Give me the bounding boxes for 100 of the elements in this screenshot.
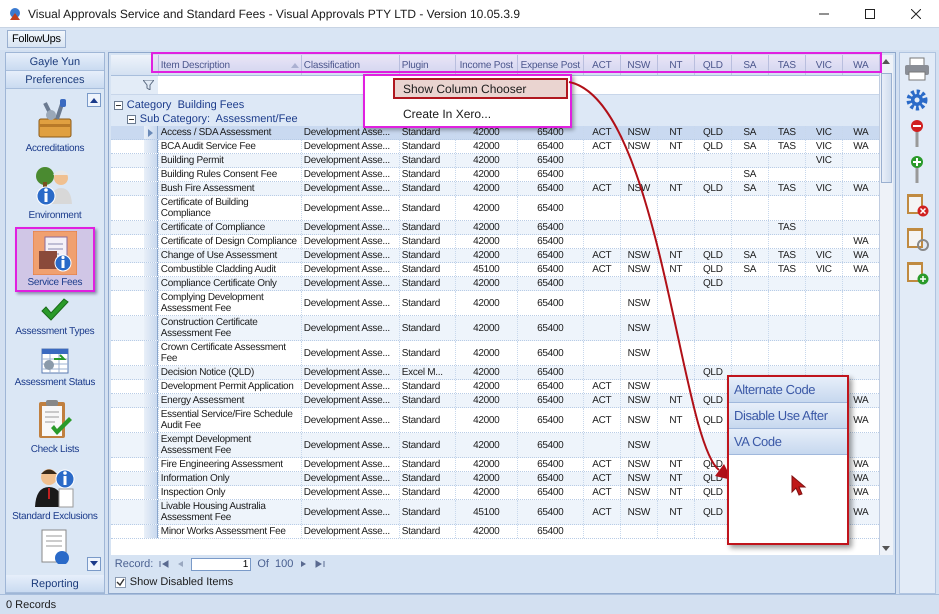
scroll-up-icon[interactable] — [882, 59, 890, 64]
table-row[interactable]: Complying Development Assessment Fee Development Asse... Standard 42000 65400 NSW — [110, 291, 879, 316]
table-row[interactable]: Building Permit Development Asse... Standard 42000 65400 VIC — [110, 154, 879, 168]
sidebar-item[interactable]: Check Lists — [14, 394, 95, 459]
row-indicator[interactable] — [144, 235, 158, 248]
row-indicator[interactable] — [144, 221, 158, 234]
table-row[interactable]: Certificate of Compliance Development Asse... Standard 42000 65400 TAS — [110, 221, 879, 235]
column-header[interactable]: QLD — [694, 55, 731, 75]
row-indicator[interactable] — [144, 366, 158, 379]
first-record-icon[interactable] — [159, 559, 170, 569]
row-indicator[interactable] — [144, 433, 158, 457]
table-row[interactable]: Combustible Cladding Audit Development Asse... Standard 45100 65400 ACT NSW NT QLD SA TAS VIC WA — [110, 263, 879, 277]
scroll-down-icon[interactable] — [882, 546, 890, 551]
table-cell: SA — [743, 264, 756, 275]
scroll-up-button[interactable] — [86, 93, 101, 107]
table-row[interactable]: Access / SDA Assessment Development Asse... Standard 42000 65400 ACT NSW NT QLD SA TAS VIC WA — [110, 126, 879, 140]
row-indicator[interactable] — [144, 525, 158, 538]
scrollbar[interactable] — [878, 55, 893, 555]
maximize-icon[interactable] — [865, 8, 875, 18]
menu-item[interactable]: Create In Xero... — [393, 103, 568, 124]
table-row[interactable]: Certificate of Design Compliance Development Asse... Standard 42000 65400 WA — [110, 235, 879, 249]
table-row[interactable]: Crown Certificate Assessment Fee Development Asse... Standard 42000 65400 NSW — [110, 341, 879, 366]
table-cell: 42000 — [473, 202, 500, 214]
table-cell: Development Asse... — [304, 202, 390, 214]
table-row[interactable]: Compliance Certificate Only Development Asse... Standard 42000 65400 QLD — [110, 277, 879, 291]
menu-item[interactable]: Show Column Chooser — [393, 78, 568, 99]
row-indicator[interactable] — [144, 249, 158, 262]
row-indicator[interactable] — [144, 196, 158, 220]
row-indicator[interactable] — [144, 263, 158, 276]
table-cell: 65400 — [537, 322, 564, 334]
followups-button[interactable]: FollowUps — [7, 30, 66, 48]
cursor-icon — [791, 475, 807, 497]
checkbox[interactable] — [114, 576, 126, 588]
table-row[interactable]: Building Rules Consent Fee Development Asse... Standard 42000 65400 SA — [110, 168, 879, 182]
minus-pin-icon[interactable] — [910, 119, 924, 147]
column-header[interactable]: VIC — [804, 55, 842, 75]
column-chooser-item[interactable]: Alternate Code — [729, 377, 847, 403]
collapse-icon[interactable] — [126, 114, 136, 124]
scroll-thumb[interactable] — [880, 73, 892, 183]
column-header[interactable]: NT — [656, 55, 694, 75]
clipboard-refresh-icon[interactable] — [905, 225, 930, 251]
table-row[interactable]: Decision Notice (QLD) Development Asse... Excel M... 42000 65400 QLD — [110, 366, 879, 380]
sidebar-item[interactable]: Accreditations — [14, 93, 95, 158]
row-indicator[interactable] — [144, 126, 158, 139]
column-header[interactable]: Item Description — [158, 55, 301, 75]
settings-icon[interactable] — [906, 89, 928, 111]
table-cell: Development Asse... — [304, 526, 390, 537]
table-cell: 42000 — [473, 473, 500, 484]
row-indicator[interactable] — [144, 140, 158, 153]
table-cell: WA — [853, 414, 868, 426]
column-header[interactable]: TAS — [768, 55, 805, 75]
row-indicator[interactable] — [144, 500, 158, 524]
table-cell: Development Asse... — [304, 169, 390, 180]
table-cell: Standard — [402, 440, 440, 450]
table-row[interactable]: Certificate of Building Compliance Development Asse... Standard 42000 65400 — [110, 196, 879, 221]
collapse-icon[interactable] — [114, 100, 123, 110]
table-cell: Fire Engineering Assessment — [160, 459, 283, 470]
row-indicator[interactable] — [144, 154, 158, 167]
column-header[interactable]: NSW — [620, 55, 657, 75]
table-cell: 65400 — [537, 348, 564, 358]
sidebar-item[interactable]: Assessment Types — [14, 294, 95, 341]
table-row[interactable]: Change of Use Assessment Development Asse... Standard 42000 65400 ACT NSW NT QLD SA TAS VIC WA — [110, 249, 879, 263]
clipboard-add-icon[interactable] — [905, 259, 930, 285]
row-indicator[interactable] — [144, 168, 158, 181]
row-indicator[interactable] — [144, 458, 158, 471]
column-chooser-item[interactable]: VA Code — [729, 429, 847, 455]
sidebar-item[interactable]: Assessment Status — [14, 343, 95, 392]
last-record-icon[interactable] — [315, 559, 326, 569]
printer-icon[interactable] — [903, 57, 932, 81]
row-indicator[interactable] — [144, 291, 158, 315]
column-header[interactable]: SA — [730, 55, 768, 75]
table-row[interactable]: BCA Audit Service Fee Development Asse... Standard 42000 65400 ACT NSW NT QLD SA TAS VIC WA — [110, 140, 879, 154]
row-indicator[interactable] — [144, 486, 158, 499]
column-chooser-item[interactable]: Disable Use After — [729, 403, 847, 429]
row-indicator[interactable] — [144, 394, 158, 407]
close-icon[interactable] — [911, 8, 921, 18]
row-indicator[interactable] — [144, 316, 158, 340]
table-row[interactable]: Construction Certificate Assessment Fee Development Asse... Standard 42000 65400 NSW — [110, 316, 879, 341]
row-indicator[interactable] — [144, 380, 158, 393]
table-cell: ACT — [592, 473, 612, 484]
sidebar-item[interactable]: Standard Exclusions — [14, 461, 95, 526]
table-cell: 42000 — [473, 155, 500, 166]
row-indicator[interactable] — [144, 408, 158, 432]
user-header[interactable]: Gayle Yun — [6, 53, 104, 71]
sidebar-item[interactable]: Environment — [14, 160, 95, 225]
scroll-down-button[interactable] — [86, 557, 101, 571]
table-cell: NT — [669, 395, 682, 406]
column-header[interactable]: ACT — [582, 55, 620, 75]
record-field[interactable]: 1 — [191, 558, 252, 570]
table-cell: 42000 — [473, 440, 500, 450]
row-indicator[interactable] — [144, 341, 158, 365]
clipboard-delete-icon[interactable] — [905, 191, 930, 217]
section-header[interactable]: Preferences — [6, 71, 104, 89]
reporting-header[interactable]: Reporting — [6, 575, 104, 593]
plus-pin-icon[interactable] — [910, 155, 924, 183]
table-cell: Standard — [402, 395, 440, 406]
row-indicator[interactable] — [144, 472, 158, 485]
row-indicator[interactable] — [144, 277, 158, 290]
sidebar-item[interactable]: Service Fees — [14, 227, 95, 292]
row-indicator[interactable] — [144, 182, 158, 195]
